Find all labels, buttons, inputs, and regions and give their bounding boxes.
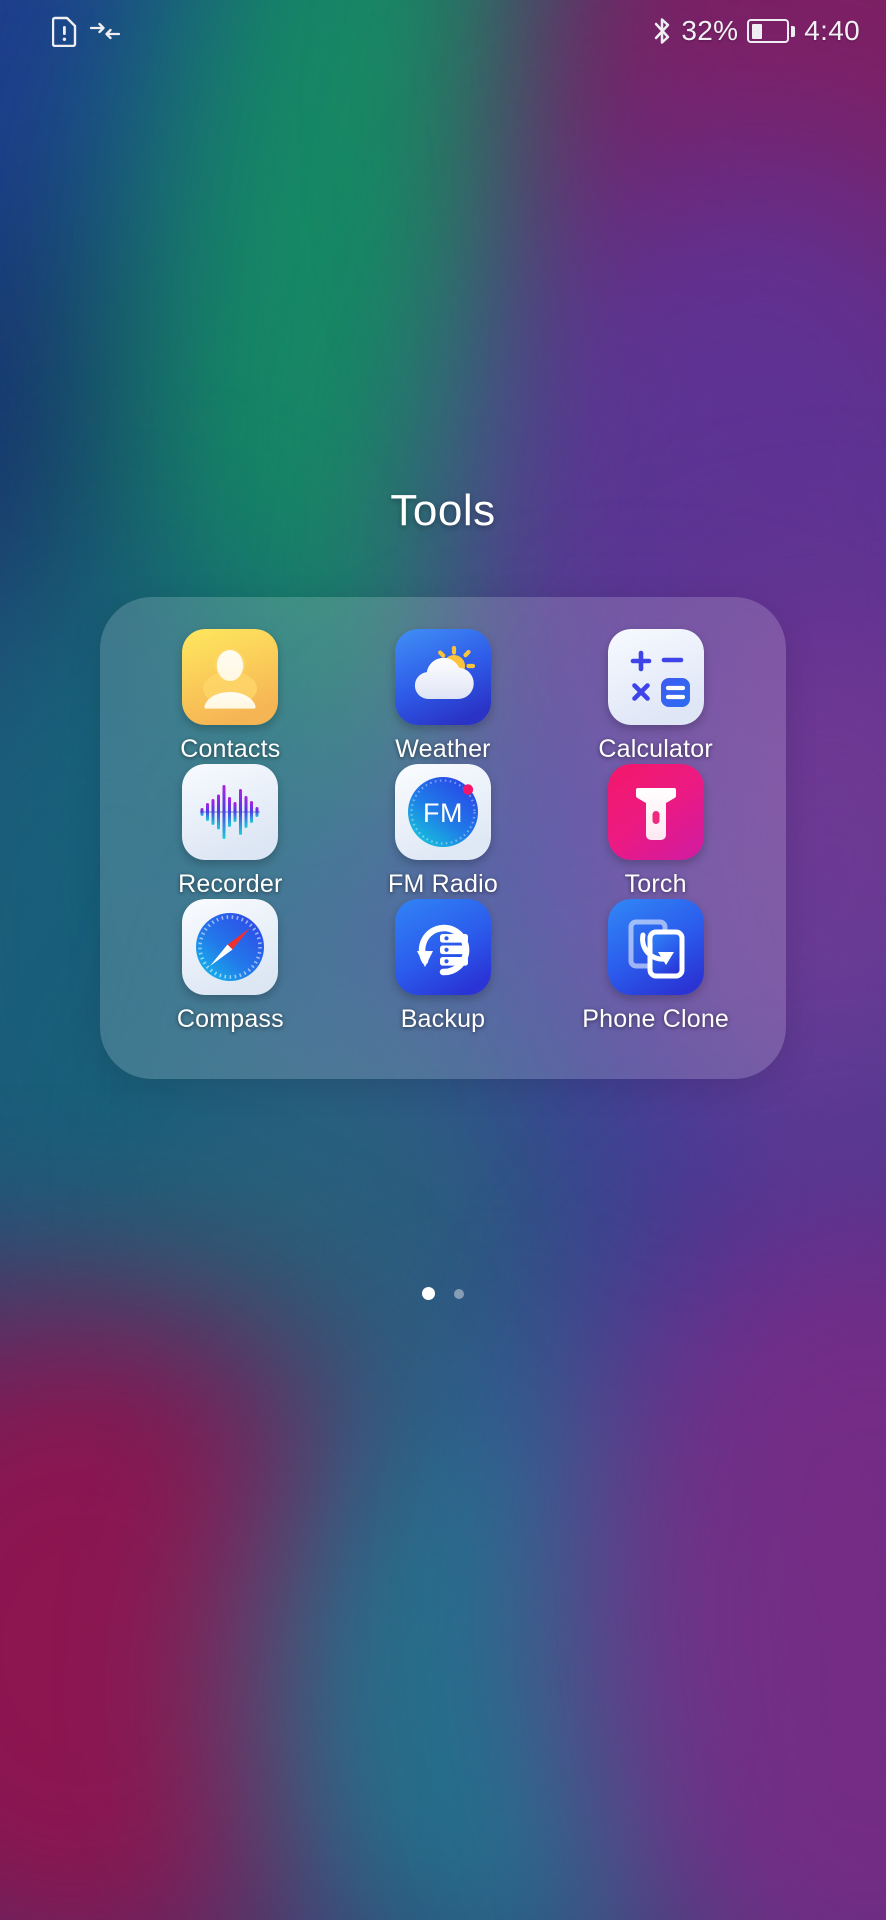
sim-card-alert-icon [52, 16, 77, 47]
recorder-icon [182, 764, 279, 860]
battery-percent-label: 32% [681, 15, 739, 46]
bluetooth-icon [655, 18, 670, 44]
compass-icon [182, 899, 279, 995]
app-label: Phone Clone [582, 1005, 730, 1033]
folder-title: Tools [390, 486, 496, 535]
app-label: FM Radio [388, 870, 498, 898]
fm-radio-icon: FM [394, 764, 491, 860]
data-transfer-icon [90, 22, 120, 40]
app-item-phone-clone[interactable]: Phone Clone [549, 899, 762, 1034]
app-item-torch[interactable]: Torch [549, 764, 762, 899]
weather-icon [394, 629, 491, 725]
app-label: Backup [400, 1005, 486, 1033]
clock-label: 4:40 [804, 15, 860, 46]
calculator-icon [607, 629, 704, 725]
app-item-recorder[interactable]: Recorder [124, 764, 337, 899]
app-label: Recorder [178, 870, 283, 898]
app-item-fm-radio[interactable]: FM FM Radio [337, 764, 550, 899]
status-bar: 32% 4:40 [0, 0, 886, 62]
app-label: Compass [176, 1005, 284, 1033]
page-dot-active[interactable] [422, 1287, 435, 1300]
app-item-compass[interactable]: Compass [124, 899, 337, 1034]
phone-clone-icon [607, 899, 704, 995]
svg-text:FM: FM [423, 798, 463, 828]
torch-icon [607, 764, 704, 860]
app-label: Contacts [180, 735, 281, 763]
page-dot-inactive[interactable] [454, 1288, 464, 1299]
app-label: Weather [395, 735, 491, 763]
contacts-icon [182, 629, 279, 725]
app-item-weather[interactable]: Weather [337, 629, 550, 764]
app-item-contacts[interactable]: Contacts [124, 629, 337, 764]
folder-panel: Contacts Weather Calculator Recorder FM … [100, 597, 786, 1079]
app-item-backup[interactable]: Backup [337, 899, 550, 1034]
app-label: Calculator [598, 735, 713, 763]
page-indicator[interactable] [0, 1287, 886, 1300]
app-grid: Contacts Weather Calculator Recorder FM … [124, 629, 762, 1033]
status-bar-right: 32% 4:40 [652, 15, 860, 47]
app-item-calculator[interactable]: Calculator [549, 629, 762, 764]
battery-icon [747, 19, 796, 43]
status-bar-left [52, 15, 120, 47]
app-label: Torch [624, 870, 687, 898]
backup-icon [394, 899, 491, 995]
